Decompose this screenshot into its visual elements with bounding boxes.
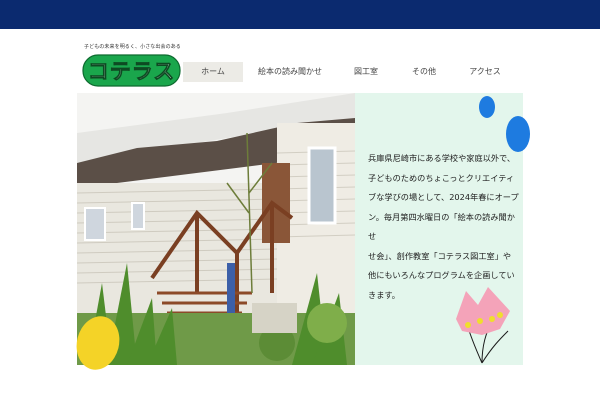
intro-line: ン。毎月第四水曜日の「絵本の読み聞かせ <box>368 211 515 242</box>
nav-other[interactable]: その他 <box>395 62 453 82</box>
intro-line: せ会」、創作教室「コテラス図工室」や <box>368 250 512 261</box>
site-tagline: 子どもの未来を明るく、小さな出会のある <box>84 44 181 50</box>
intro-text: 兵庫県尼崎市にある学校や家庭以外で、 子どものためのちょこっとクリエイティ ブな… <box>368 149 520 305</box>
logo-text: コテラス <box>88 60 176 84</box>
logo-badge: コテラス <box>82 54 181 87</box>
pink-flower-decoration <box>456 287 510 364</box>
main-nav: ホーム 絵本の読み聞かせ 図工室 その他 アクセス <box>183 62 517 82</box>
yellow-blob-decoration <box>76 316 120 370</box>
top-header-bar <box>0 0 600 29</box>
blue-blob-decoration <box>479 96 530 152</box>
nav-home[interactable]: ホーム <box>183 62 243 82</box>
intro-line: ブな学びの場として、2024年春にオープ <box>368 192 519 202</box>
nav-picture-book-reading[interactable]: 絵本の読み聞かせ <box>243 62 337 82</box>
nav-access[interactable]: アクセス <box>453 62 517 82</box>
intro-line: 子どものためのちょこっとクリエイティ <box>368 172 515 183</box>
nav-craft-room[interactable]: 図工室 <box>337 62 395 82</box>
site-logo[interactable]: コテラス <box>82 54 182 88</box>
intro-line: 他にもいろんなプログラムを企画してい <box>368 270 515 280</box>
